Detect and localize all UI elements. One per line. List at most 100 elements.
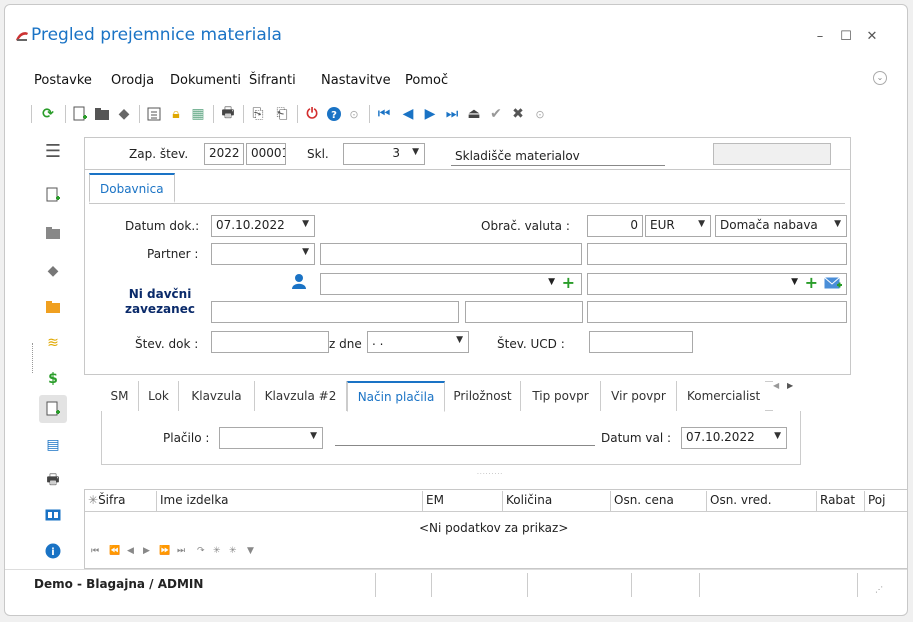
more-icon[interactable]: ⊙	[345, 103, 363, 125]
skladisce-select[interactable]: 3 ▼	[343, 143, 425, 165]
contact-select[interactable]: ▼ +	[320, 273, 582, 295]
collapse-ribbon-icon[interactable]: ⌄	[873, 71, 887, 85]
address-line-field[interactable]	[211, 301, 459, 323]
nav-prev-page-icon[interactable]: ⏪	[109, 546, 120, 556]
panel-splitter[interactable]: ·········	[477, 471, 503, 478]
info-icon[interactable]: i	[43, 541, 63, 561]
add-contact-icon[interactable]: +	[562, 274, 575, 292]
coins-add-icon[interactable]: ≋	[43, 333, 63, 353]
close-button[interactable]: ✕	[863, 29, 881, 44]
col-sifra[interactable]: ✳Šifra	[85, 491, 157, 511]
tab-tip-povpr[interactable]: Tip povpr	[521, 381, 601, 411]
new-item-icon[interactable]	[39, 395, 67, 423]
new-document-icon[interactable]	[71, 103, 89, 125]
partner-extra-field[interactable]	[587, 243, 847, 265]
menu-pomoc[interactable]: Pomoč	[405, 73, 448, 88]
power-icon[interactable]: ⏻	[303, 103, 321, 125]
table-search-icon[interactable]: ▤	[43, 435, 63, 455]
open-folder-icon[interactable]	[43, 297, 63, 317]
contact-person-icon[interactable]	[291, 273, 307, 289]
last-record-icon[interactable]: ⏭	[443, 103, 461, 125]
cancel-icon[interactable]: ✖	[509, 103, 527, 125]
menu-dokumenti[interactable]: Dokumenti	[170, 73, 241, 88]
stev-dok-field[interactable]	[211, 331, 329, 353]
maximize-button[interactable]: ☐	[837, 29, 855, 44]
col-em[interactable]: EM	[423, 491, 503, 511]
menu-nastavitve[interactable]: Nastavitve	[321, 73, 391, 88]
new-document-icon[interactable]	[43, 185, 63, 205]
menu-sifranti[interactable]: Šifranti	[249, 73, 296, 88]
datum-val-field[interactable]: 07.10.2022 ▼	[681, 427, 787, 449]
tab-komercialist[interactable]: Komercialist	[677, 381, 765, 411]
columns-icon[interactable]	[43, 505, 63, 525]
eraser-icon[interactable]: ◆	[115, 103, 133, 125]
nav-next-icon[interactable]: ▶	[143, 546, 150, 556]
col-rabat[interactable]: Rabat	[817, 491, 865, 511]
eject-icon[interactable]: ⏏	[465, 103, 483, 125]
sidebar-splitter[interactable]	[32, 343, 33, 373]
datum-dok-field[interactable]: 07.10.2022 ▼	[211, 215, 315, 237]
tab-lok[interactable]: Lok	[139, 381, 179, 411]
print-icon[interactable]: 🖶︎	[43, 471, 63, 491]
nav-filter-icon[interactable]: ▼	[247, 546, 254, 556]
menu-orodja[interactable]: Orodja	[111, 73, 154, 88]
help-icon[interactable]: ?	[325, 103, 343, 125]
prev-record-icon[interactable]: ◀	[399, 103, 417, 125]
valuta-select[interactable]: EUR ▼	[645, 215, 711, 237]
nabava-select[interactable]: Domača nabava ▼	[715, 215, 847, 237]
zap-number-field[interactable]: 00001	[246, 143, 286, 165]
nav-delete-icon[interactable]: ✳	[229, 546, 237, 556]
col-poj[interactable]: Poj	[865, 491, 907, 511]
print-icon[interactable]: 🖶︎	[219, 103, 237, 125]
currency-icon[interactable]: $	[43, 369, 63, 389]
col-osn-vred[interactable]: Osn. vred.	[707, 491, 817, 511]
next-record-icon[interactable]: ▶	[421, 103, 439, 125]
hamburger-icon[interactable]: ☰	[43, 141, 63, 162]
eraser-icon[interactable]: ◆	[43, 261, 63, 281]
grid-settings-icon[interactable]: ▦	[189, 103, 207, 125]
copy-icon[interactable]: ⎘	[249, 103, 267, 125]
nav-insert-icon[interactable]: ✳	[213, 546, 221, 556]
nav-first-icon[interactable]: ⏮	[91, 546, 99, 556]
more-icon[interactable]: ⊙	[531, 103, 549, 125]
partner-select[interactable]: ▼	[211, 243, 315, 265]
lock-icon[interactable]: 🔒︎	[167, 103, 185, 125]
nav-prev-icon[interactable]: ◀	[127, 546, 134, 556]
nav-undo-icon[interactable]: ↷	[197, 546, 205, 556]
tab-vir-povpr[interactable]: Vir povpr	[601, 381, 677, 411]
placilo-select[interactable]: ▼	[219, 427, 323, 449]
tab-klavzula[interactable]: Klavzula	[179, 381, 255, 411]
folder-icon[interactable]	[43, 223, 63, 243]
valuta-rate-field[interactable]: 0	[587, 215, 643, 237]
partner-name-field[interactable]	[320, 243, 582, 265]
city-field[interactable]	[587, 301, 847, 323]
minimize-button[interactable]: –	[811, 29, 829, 44]
nav-last-icon[interactable]: ⏭	[177, 546, 185, 556]
postal-field[interactable]	[465, 301, 583, 323]
open-folder-icon[interactable]	[93, 103, 111, 125]
refresh-icon[interactable]: ⟳	[39, 103, 57, 125]
stev-ucd-field[interactable]	[589, 331, 693, 353]
add-address-icon[interactable]: +	[805, 274, 818, 292]
address-select[interactable]: ▼ +	[587, 273, 847, 295]
tab-klavzula-2[interactable]: Klavzula #2	[255, 381, 347, 411]
menu-postavke[interactable]: Postavke	[34, 73, 92, 88]
calculator-icon[interactable]	[145, 103, 163, 125]
tab-scroll-left-icon[interactable]: ◀	[773, 381, 779, 390]
first-record-icon[interactable]: ⏮	[375, 103, 393, 125]
col-kolicina[interactable]: Količina	[503, 491, 611, 511]
col-osn-cena[interactable]: Osn. cena	[611, 491, 707, 511]
tab-scroll-right-icon[interactable]: ▶	[787, 381, 793, 390]
resize-grip-icon[interactable]: ⋰	[875, 585, 883, 594]
zap-year-field[interactable]: 2022	[204, 143, 244, 165]
nav-next-page-icon[interactable]: ⏩	[159, 546, 170, 556]
col-ime-izdelka[interactable]: Ime izdelka	[157, 491, 423, 511]
confirm-icon[interactable]: ✔	[487, 103, 505, 125]
paste-icon[interactable]: ⎗	[273, 103, 291, 125]
email-add-icon[interactable]	[824, 276, 842, 293]
tab-dobavnica[interactable]: Dobavnica	[89, 173, 175, 203]
tab-nacin-placila[interactable]: Način plačila	[347, 381, 445, 412]
tab-sm[interactable]: SM	[101, 381, 139, 411]
z-dne-field[interactable]: . . ▼	[367, 331, 469, 353]
tab-priloznost[interactable]: Priložnost	[445, 381, 521, 411]
